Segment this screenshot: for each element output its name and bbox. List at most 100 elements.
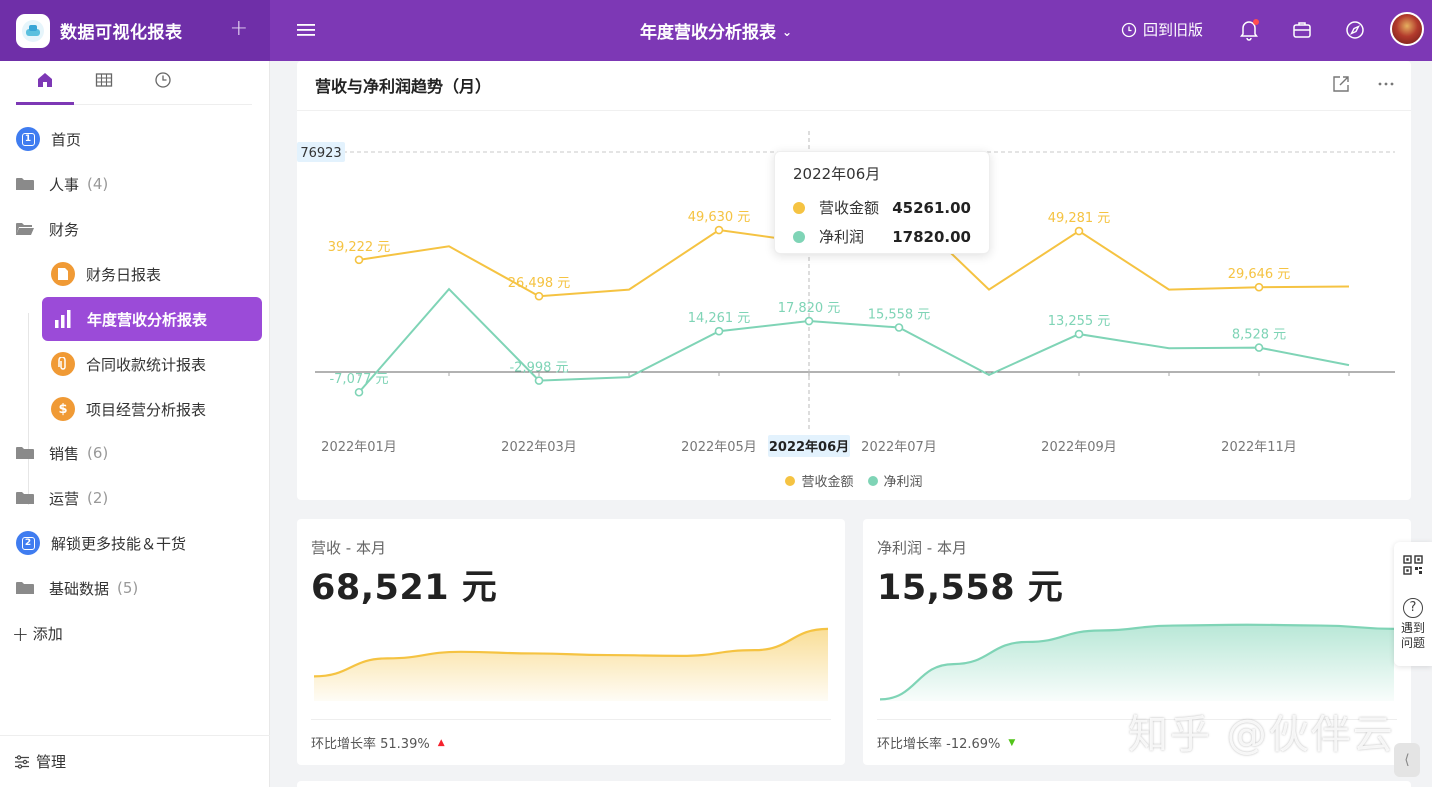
legend-item-revenue[interactable]: 营收金额 (785, 471, 854, 490)
table-icon (95, 73, 113, 87)
home-icon (38, 73, 52, 87)
tab-recent[interactable] (134, 71, 192, 105)
nav-item-hr[interactable]: 人事 (4) (16, 164, 108, 204)
nav-item-sales[interactable]: 销售 (6) (16, 433, 108, 473)
app-title: 数据可视化报表 (60, 23, 183, 43)
settings-sliders-icon (15, 754, 29, 769)
x-tick-label: 2022年03月 (501, 440, 577, 455)
data-label: 29,646 元 (1228, 267, 1291, 282)
help-label: 遇到问题 (1400, 621, 1425, 650)
nav-item-finance[interactable]: 财务 (16, 209, 79, 249)
kpi-footer: 环比增长率 51.39% ▲ (311, 719, 831, 765)
nav-label: 年度营收分析报表 (87, 310, 208, 329)
data-point (1074, 329, 1084, 339)
number-badge-1: 1 (16, 127, 40, 151)
back-old-label: 回到旧版 (1143, 21, 1204, 39)
notification-bell-icon[interactable] (1239, 19, 1259, 41)
data-label: 26,498 元 (508, 276, 571, 291)
nav-label: 运营 (49, 489, 80, 508)
number-badge-2: 2 (16, 531, 40, 555)
nav-label: 财务日报表 (86, 265, 162, 284)
data-label: 15,558 元 (868, 308, 931, 323)
app-logo[interactable] (16, 13, 50, 48)
tooltip-row-profit: 净利润 17820.00 (793, 222, 971, 251)
legend-label: 净利润 (883, 475, 923, 490)
data-point (804, 316, 814, 326)
sidebar: 1 首页 人事 (4) 财务 财务日报表 年度营收分析报表 合同收款统计报表 $ … (0, 61, 270, 787)
kpi-footer: 环比增长率 -12.69% ▼ (877, 719, 1397, 765)
nav-label: 首页 (51, 130, 82, 149)
menu-icon[interactable] (297, 22, 315, 38)
chevron-down-icon: ⌄ (781, 25, 793, 39)
tooltip-dot (793, 201, 805, 214)
back-to-old-version-button[interactable]: 回到旧版 (1121, 19, 1203, 40)
legend-dot (785, 475, 796, 486)
data-point (354, 387, 364, 397)
paperclip-icon (51, 352, 75, 376)
user-avatar[interactable] (1390, 12, 1424, 46)
folder-icon (16, 178, 34, 190)
series-line-1 (358, 287, 1350, 393)
tab-home[interactable] (16, 71, 74, 105)
chart-tooltip: 2022年06月 营收金额 45261.00 净利润 17820.00 (774, 151, 990, 254)
tooltip-value: 45261.00 (892, 198, 971, 217)
nav-item-contract-payment[interactable]: 合同收款统计报表 (42, 342, 262, 386)
data-point (1074, 226, 1084, 236)
nav-label: 销售 (49, 444, 80, 463)
compass-icon[interactable] (1345, 19, 1365, 41)
x-tick-label: 2022年05月 (681, 440, 757, 455)
collapse-panel-button[interactable]: ⟨ (1394, 743, 1420, 777)
manage-label: 管理 (36, 753, 67, 771)
nav-item-home[interactable]: 1 首页 (16, 119, 81, 159)
kpi-growth: 环比增长率 51.39% (311, 737, 430, 752)
x-tick-label: 2022年11月 (1221, 440, 1297, 455)
nav-count: (5) (117, 579, 139, 597)
floating-toolbar: ? 遇到问题 (1394, 542, 1432, 666)
legend-item-profit[interactable]: 净利润 (867, 471, 923, 490)
next-card-edge (297, 781, 1411, 787)
notification-dot (1253, 19, 1259, 25)
data-point (714, 326, 724, 336)
data-point (534, 376, 544, 385)
data-label: -7,077 元 (329, 372, 388, 387)
report-title-button[interactable]: 年度营收分析报表 ⌄ (640, 23, 792, 43)
trend-line-chart[interactable]: 769232022年01月 2022年03月 2022年05月 2022年06月 202… (297, 61, 1411, 500)
tab-table[interactable] (75, 71, 133, 105)
nav-item-base-data[interactable]: 基础数据 (5) (16, 568, 138, 608)
nav-item-annual-revenue[interactable]: 年度营收分析报表 (42, 297, 262, 341)
nav-label: 人事 (49, 175, 80, 194)
data-label: 14,261 元 (688, 311, 751, 326)
bar-chart-icon (55, 310, 71, 328)
top-bar: 数据可视化报表 + 年度营收分析报表 ⌄ 回到旧版 (0, 0, 1432, 61)
data-point (894, 323, 904, 332)
nav-item-operations[interactable]: 运营 (2) (16, 478, 108, 518)
x-tick-label: 2022年07月 (861, 440, 937, 455)
add-report-icon[interactable]: + (230, 18, 248, 40)
document-icon (51, 262, 75, 286)
data-label: -2,998 元 (509, 361, 568, 376)
folder-open-icon (16, 223, 34, 235)
nav-item-project-analysis[interactable]: $ 项目经营分析报表 (42, 387, 262, 431)
data-point (1254, 343, 1264, 352)
history-icon (1121, 22, 1137, 37)
briefcase-icon[interactable] (1292, 19, 1312, 41)
nav-label: 解锁更多技能＆干货 (51, 534, 187, 553)
question-icon: ? (1403, 598, 1423, 618)
add-button[interactable]: + 添加 (12, 623, 63, 644)
trend-down-icon: ▼ (1008, 737, 1016, 748)
data-point (1254, 282, 1264, 292)
nav-item-unlock-skills[interactable]: 2 解锁更多技能＆干货 (16, 523, 186, 563)
nav-count: (2) (87, 489, 109, 507)
help-button[interactable]: ? 遇到问题 (1394, 598, 1432, 651)
manage-button[interactable]: 管理 (0, 735, 270, 787)
qr-code-icon[interactable] (1403, 555, 1423, 575)
dollar-icon: $ (51, 397, 75, 421)
data-label: 39,222 元 (328, 240, 391, 255)
data-label: 17,820 元 (778, 301, 841, 316)
reference-label: 76923 (300, 146, 341, 161)
tooltip-value: 17820.00 (892, 227, 971, 246)
nav-item-finance-daily[interactable]: 财务日报表 (42, 252, 262, 296)
chart-legend: 营收金额 净利润 (297, 471, 1411, 490)
clock-icon (155, 72, 171, 88)
app-brand: 数据可视化报表 + (0, 0, 270, 61)
